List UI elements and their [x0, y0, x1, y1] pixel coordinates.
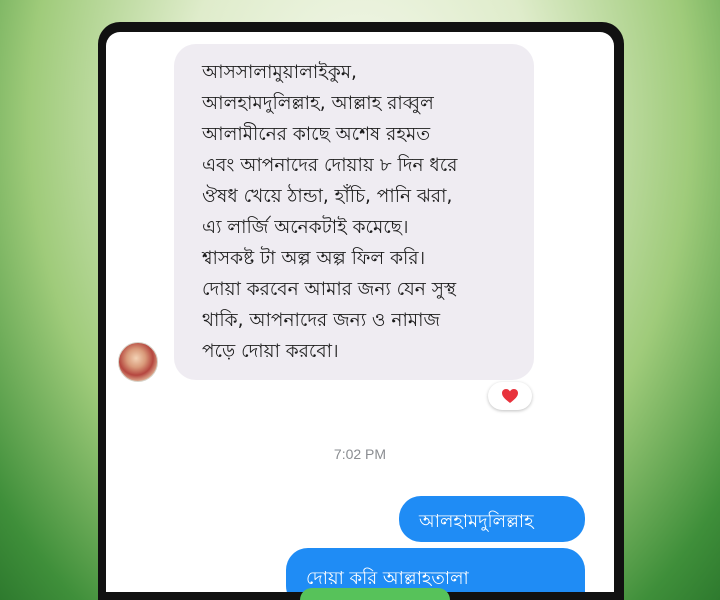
- message-line: দোয়া করবেন আমার জন্য যেন সুস্থ: [202, 279, 457, 300]
- heart-icon: [502, 389, 518, 403]
- sender-avatar[interactable]: [118, 342, 158, 382]
- outgoing-message-bubble[interactable]: আলহামদুলিল্লাহ: [399, 496, 585, 542]
- message-line: এ্য লার্জি অনেকটাই কমেছে।: [202, 217, 409, 238]
- message-line: আসসালামুয়ালাইকুম,: [202, 62, 357, 83]
- outgoing-message-bubble[interactable]: দোয়া করি আল্লাহতালা: [286, 548, 585, 592]
- bottom-handle: [300, 588, 450, 600]
- message-line: আলহামদুলিল্লাহ, আল্লাহ রাব্বুল: [202, 93, 434, 114]
- reaction-badge[interactable]: [488, 382, 532, 410]
- message-line: পড়ে দোয়া করবো।: [202, 341, 339, 362]
- message-timestamp: 7:02 PM: [333, 446, 387, 462]
- chat-screen[interactable]: আসসালামুয়ালাইকুম, আলহামদুলিল্লাহ, আল্লা…: [106, 32, 614, 592]
- message-line: ঔষধ খেয়ে ঠান্ডা, হাঁচি, পানি ঝরা,: [202, 186, 453, 207]
- incoming-message-bubble[interactable]: আসসালামুয়ালাইকুম, আলহামদুলিল্লাহ, আল্লা…: [174, 44, 534, 380]
- message-line: থাকি, আপনাদের জন্য ও নামাজ: [202, 310, 441, 331]
- message-line: এবং আপনাদের দোয়ায় ৮ দিন ধরে: [202, 155, 458, 176]
- message-line: শ্বাসকষ্ট টা অল্প অল্প ফিল করি।: [202, 248, 426, 269]
- message-line: আলামীনের কাছে অশেষ রহমত: [202, 124, 431, 145]
